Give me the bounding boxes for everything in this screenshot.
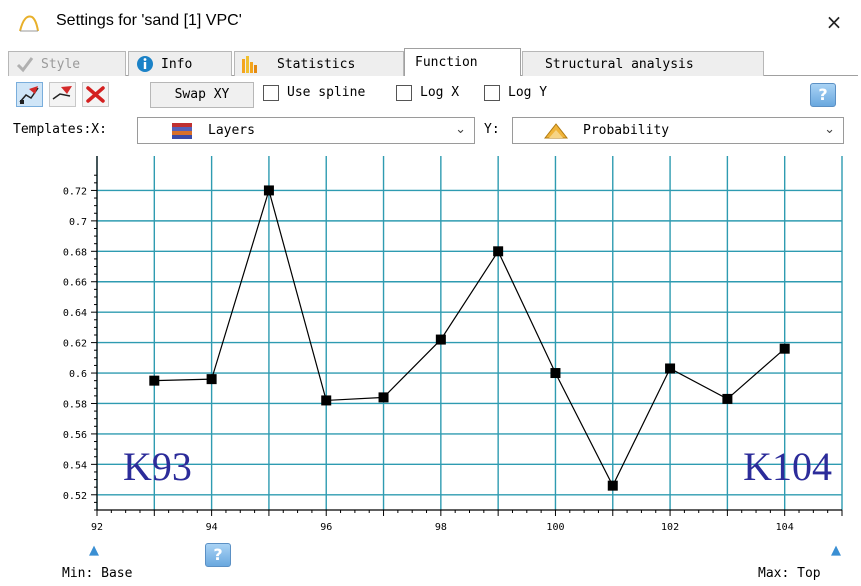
add-curve-icon (52, 86, 72, 100)
delete-point-button[interactable] (82, 82, 109, 107)
data-point[interactable] (321, 395, 332, 406)
y-tick-label: 0.62 (63, 339, 87, 350)
info-icon (137, 56, 153, 72)
y-tick-label: 0.58 (63, 399, 87, 410)
x-tick-label: 98 (435, 522, 447, 533)
log-x-checkbox[interactable] (396, 85, 412, 101)
min-arrow-icon[interactable]: ▲ (89, 543, 99, 558)
use-spline-label: Use spline (287, 85, 366, 100)
tab-structural-analysis[interactable]: Structural analysis (522, 51, 764, 76)
delete-x-icon (86, 86, 105, 103)
bar-chart-icon (242, 56, 257, 73)
probability-icon (543, 123, 569, 139)
footer-help-button[interactable]: ? (205, 543, 231, 567)
y-template-select[interactable]: Probability ⌄ (512, 117, 844, 144)
tab-info-label: Info (161, 56, 193, 72)
data-point[interactable] (206, 374, 217, 385)
data-point[interactable] (149, 375, 160, 386)
data-point[interactable] (263, 185, 274, 196)
y-tick-label: 0.72 (63, 186, 87, 197)
y-tick-label: 0.7 (69, 217, 87, 228)
min-base-label: Min: Base (62, 566, 133, 581)
data-series-line (154, 188, 786, 487)
y-tick-label: 0.68 (63, 247, 87, 258)
x-template-select[interactable]: Layers ⌄ (137, 117, 475, 144)
x-tick-label: 94 (206, 522, 218, 533)
tab-function-label: Function (415, 55, 478, 70)
log-y-checkbox[interactable] (484, 85, 500, 101)
data-point[interactable] (779, 343, 790, 354)
swap-xy-button[interactable]: Swap XY (150, 82, 254, 108)
add-point-button[interactable] (49, 82, 76, 107)
templates-y-label: Y: (484, 122, 500, 137)
y-tick-label: 0.52 (63, 491, 87, 502)
layers-icon (172, 123, 192, 139)
tab-style-label: Style (41, 56, 81, 72)
data-point[interactable] (665, 363, 676, 374)
tab-style[interactable]: Style (8, 51, 126, 76)
tab-statistics[interactable]: Statistics (234, 51, 404, 76)
tab-info[interactable]: Info (128, 51, 232, 76)
x-template-value: Layers (208, 123, 255, 138)
y-tick-label: 0.56 (63, 430, 87, 441)
log-x-label: Log X (420, 85, 460, 100)
x-tick-label: 104 (776, 522, 794, 533)
tab-bar: Style Info Statistics Function Structura… (8, 48, 858, 76)
data-point[interactable] (378, 392, 389, 403)
tab-statistics-label: Statistics (277, 56, 356, 72)
close-button[interactable]: × (819, 7, 849, 37)
y-tick-label: 0.54 (63, 460, 87, 471)
x-tick-label: 102 (661, 522, 679, 533)
y-tick-label: 0.6 (69, 369, 87, 380)
x-tick-label: 92 (91, 522, 103, 533)
data-point[interactable] (722, 393, 733, 404)
chevron-down-icon: ⌄ (455, 122, 466, 137)
edit-points-button[interactable] (16, 82, 43, 107)
tab-structural-analysis-label: Structural analysis (545, 56, 694, 72)
data-point[interactable] (607, 480, 618, 491)
y-template-value: Probability (583, 123, 670, 138)
templates-x-label: Templates:X: (13, 122, 107, 137)
edit-curve-icon (19, 86, 39, 104)
use-spline-checkbox[interactable] (263, 85, 279, 101)
data-point[interactable] (550, 368, 561, 379)
x-tick-label: 96 (320, 522, 332, 533)
toolbar: Swap XY Use spline Log X Log Y ? (0, 80, 861, 110)
window-title: Settings for 'sand [1] VPC' (56, 12, 242, 29)
data-point[interactable] (493, 246, 504, 257)
max-top-label: Max: Top (758, 566, 821, 581)
chevron-down-icon: ⌄ (824, 122, 835, 137)
annotation-label: K93 (123, 444, 192, 489)
y-tick-label: 0.64 (63, 308, 87, 319)
tab-function[interactable]: Function (404, 48, 521, 76)
app-icon (19, 15, 39, 32)
pen-check-icon (16, 57, 34, 73)
function-chart[interactable]: 0.52 0.54 0.56 0.58 0.6 0.62 0.64 0.66 0.68 0.7 0.… (0, 148, 861, 548)
chart-canvas[interactable]: 0.52 0.54 0.56 0.58 0.6 0.62 0.64 0.66 0.68 0.7 0.… (0, 148, 861, 548)
annotation-label: K104 (743, 444, 832, 489)
max-arrow-icon[interactable]: ▲ (831, 543, 841, 558)
help-button[interactable]: ? (810, 83, 836, 107)
title-bar: Settings for 'sand [1] VPC' × (0, 0, 861, 44)
log-y-label: Log Y (508, 85, 548, 100)
y-tick-label: 0.66 (63, 278, 87, 289)
data-point[interactable] (435, 334, 446, 345)
x-tick-label: 100 (546, 522, 564, 533)
